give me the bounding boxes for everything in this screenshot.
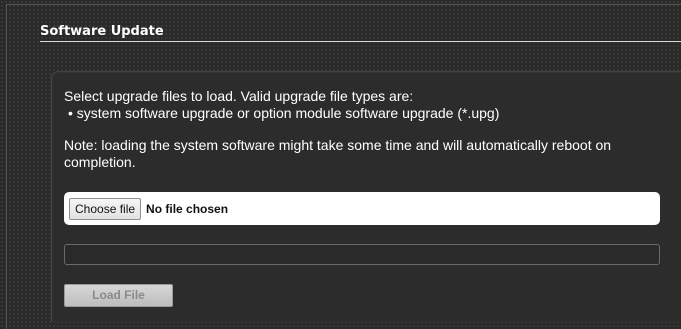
section-divider (40, 41, 681, 42)
instructions-intro: Select upgrade files to load. Valid upgr… (64, 88, 414, 104)
software-update-panel: Select upgrade files to load. Valid upgr… (51, 71, 681, 322)
upload-instructions: Select upgrade files to load. Valid upgr… (64, 88, 676, 122)
load-file-button[interactable]: Load File (64, 284, 173, 307)
choose-file-button[interactable]: Choose file (69, 197, 142, 220)
file-type-bullet: • system software upgrade or option modu… (68, 105, 500, 121)
section-header: Software Update (40, 24, 681, 44)
file-status-text: No file chosen (146, 201, 229, 216)
file-input[interactable]: Choose file No file chosen (64, 192, 660, 225)
reboot-note: Note: loading the system software might … (64, 137, 612, 170)
section-title: Software Update (40, 24, 164, 39)
upload-progress-bar (64, 244, 660, 265)
